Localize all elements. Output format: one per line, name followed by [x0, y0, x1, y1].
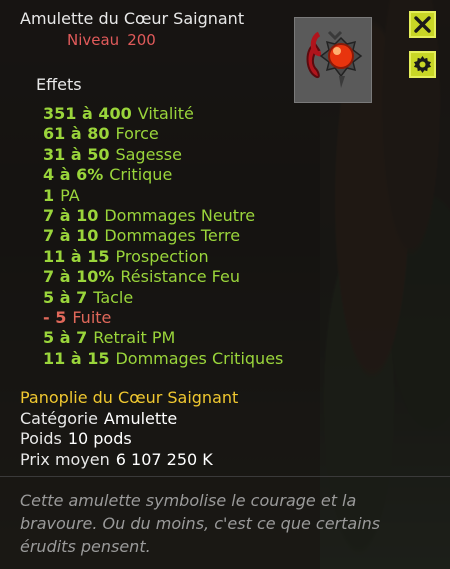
weight-row: Poids 10 pods	[20, 429, 132, 448]
settings-button[interactable]	[409, 51, 436, 78]
item-level: Niveau 200	[67, 31, 164, 49]
item-name: Amulette du Cœur Saignant	[20, 9, 245, 28]
effect-line: 7 à 10 Dommages Terre	[43, 226, 241, 246]
level-value: 200	[127, 31, 156, 49]
effect-line: 11 à 15 Prospection	[43, 246, 209, 266]
category-value: Amulette	[103, 409, 178, 428]
gear-icon	[413, 55, 432, 74]
effect-line: 1 PA	[43, 185, 80, 205]
effects-list: 351 à 400 Vitalité 61 à 80 Force 31 à 50 Sa…	[43, 104, 283, 369]
amulet-icon	[294, 17, 372, 103]
weight-label: Poids	[20, 429, 62, 448]
level-label: Niveau	[67, 31, 120, 49]
set-name-link[interactable]: Panoplie du Cœur Saignant	[20, 388, 238, 407]
price-label: Prix moyen	[20, 450, 110, 469]
category-row: Catégorie Amulette	[20, 409, 177, 428]
effect-line: 7 à 10% Résistance Feu	[43, 267, 240, 287]
effect-line: 61 à 80 Force	[43, 124, 159, 144]
effect-line: 4 à 6% Critique	[43, 165, 173, 185]
item-description: Cette amulette symbolise le courage et l…	[20, 491, 381, 556]
close-icon	[414, 16, 431, 33]
effect-line: 5 à 7 Retrait PM	[43, 328, 176, 348]
price-row: Prix moyen 6 107 250 K	[20, 450, 213, 469]
effect-line: 11 à 15 Dommages Critiques	[43, 348, 284, 368]
weight-value: 10 pods	[67, 429, 132, 448]
effect-line: 7 à 10 Dommages Neutre	[43, 205, 256, 225]
effects-heading: Effets	[36, 75, 82, 94]
price-value: 6 107 250 K	[115, 450, 213, 469]
effect-line: 31 à 50 Sagesse	[43, 144, 182, 164]
category-label: Catégorie	[20, 409, 98, 428]
close-button[interactable]	[409, 11, 436, 38]
effect-line: 351 à 400 Vitalité	[43, 104, 194, 123]
effect-line-negative: - 5 Fuite	[43, 307, 112, 327]
divider	[0, 476, 450, 477]
item-tooltip: Amulette du Cœur Saignant Niveau 200 Effe…	[0, 0, 450, 569]
effect-line: 5 à 7 Tacle	[43, 287, 134, 307]
